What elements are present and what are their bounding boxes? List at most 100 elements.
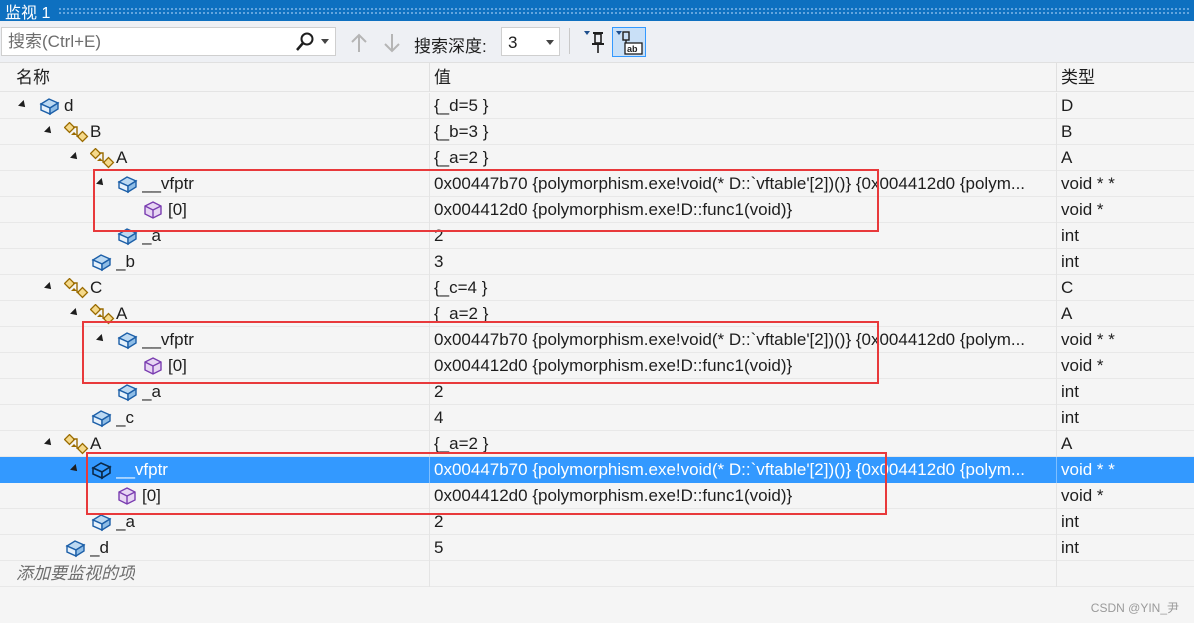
watch-row[interactable]: _a 2 int (0, 509, 1194, 535)
watch-row[interactable]: __vfptr 0x00447b70 {polymorphism.exe!void… (0, 457, 1194, 483)
variable-value[interactable]: 2 (434, 223, 1052, 249)
watch-row[interactable]: __vfptr 0x00447b70 {polymorphism.exe!void… (0, 171, 1194, 197)
add-watch-row[interactable]: 添加要监视的项 (0, 561, 1194, 587)
column-divider (1056, 483, 1057, 509)
collapse-arrow-icon[interactable] (44, 126, 54, 136)
variable-value[interactable]: {_a=2 } (434, 145, 1052, 171)
collapse-arrow-icon[interactable] (96, 178, 106, 188)
field-icon (64, 538, 86, 558)
search-box[interactable] (1, 27, 336, 56)
column-divider (1056, 457, 1057, 483)
variable-value[interactable]: 0x004412d0 {polymorphism.exe!D::func1(vo… (434, 353, 1052, 379)
watch-row[interactable]: C {_c=4 } C (0, 275, 1194, 301)
base-class-icon (89, 147, 115, 169)
watch-row[interactable]: _a 2 int (0, 379, 1194, 405)
watch-row[interactable]: A {_a=2 } A (0, 301, 1194, 327)
variable-value[interactable]: 0x00447b70 {polymorphism.exe!void(* D::`… (434, 327, 1052, 353)
variable-name: _c (116, 408, 134, 427)
variable-type: void * (1061, 486, 1104, 505)
variable-value[interactable]: {_a=2 } (434, 431, 1052, 457)
watch-row[interactable]: d {_d=5 } D (0, 93, 1194, 119)
watermark: CSDN @YIN_尹 (1090, 601, 1179, 615)
column-divider[interactable] (1056, 63, 1057, 92)
column-divider (429, 119, 430, 145)
collapse-arrow-icon[interactable] (96, 334, 106, 344)
element-icon (142, 200, 164, 220)
variable-value[interactable]: 0x004412d0 {polymorphism.exe!D::func1(vo… (434, 197, 1052, 223)
window-title: 监视 1 (5, 4, 51, 22)
collapse-arrow-icon[interactable] (70, 152, 80, 162)
variable-name: _d (90, 538, 109, 557)
collapse-arrow-icon[interactable] (44, 438, 54, 448)
watch-row[interactable]: _d 5 int (0, 535, 1194, 561)
field-icon (90, 512, 112, 532)
column-divider[interactable] (429, 63, 430, 92)
variable-type: int (1061, 252, 1079, 271)
search-depth-select[interactable]: 3 (501, 27, 560, 56)
search-dropdown-icon[interactable] (321, 39, 329, 44)
column-divider (1056, 301, 1057, 327)
collapse-arrow-icon[interactable] (70, 464, 80, 474)
variable-value[interactable]: 5 (434, 535, 1052, 561)
search-previous-icon[interactable] (349, 32, 369, 54)
watch-row[interactable]: _c 4 int (0, 405, 1194, 431)
column-divider (429, 353, 430, 379)
column-divider (429, 249, 430, 275)
title-grip[interactable] (58, 7, 1190, 14)
watch-row[interactable]: A {_a=2 } A (0, 145, 1194, 171)
column-type-header[interactable]: 类型 (1061, 63, 1095, 92)
variable-value[interactable]: 0x004412d0 {polymorphism.exe!D::func1(vo… (434, 483, 1052, 509)
column-name-header[interactable]: 名称 (16, 63, 50, 92)
column-value-header[interactable]: 值 (434, 63, 451, 92)
watch-row[interactable]: _a 2 int (0, 223, 1194, 249)
collapse-arrow-icon[interactable] (44, 282, 54, 292)
variable-type: void * * (1061, 330, 1115, 349)
watch-row[interactable]: _b 3 int (0, 249, 1194, 275)
search-icon[interactable] (294, 31, 316, 53)
watch-row[interactable]: [0] 0x004412d0 {polymorphism.exe!D::func1… (0, 197, 1194, 223)
chevron-down-icon[interactable] (546, 40, 554, 45)
field-icon (90, 252, 112, 272)
column-divider (1056, 223, 1057, 249)
variable-value[interactable]: 0x00447b70 {polymorphism.exe!void(* D::`… (434, 457, 1052, 483)
variable-type: int (1061, 538, 1079, 557)
search-input[interactable] (2, 31, 282, 52)
watch-row[interactable]: [0] 0x004412d0 {polymorphism.exe!D::func1… (0, 483, 1194, 509)
title-bar: 监视 1 (0, 0, 1194, 22)
watch-row[interactable]: __vfptr 0x00447b70 {polymorphism.exe!void… (0, 327, 1194, 353)
column-divider (1056, 431, 1057, 457)
object-icon (38, 96, 60, 116)
column-divider (1056, 379, 1057, 405)
variable-value[interactable]: {_d=5 } (434, 93, 1052, 119)
variable-type: void * (1061, 356, 1104, 375)
svg-text:ab: ab (627, 44, 638, 54)
field-icon (90, 460, 112, 480)
column-divider (429, 301, 430, 327)
column-divider (429, 223, 430, 249)
variable-value[interactable]: {_c=4 } (434, 275, 1052, 301)
add-watch-placeholder[interactable]: 添加要监视的项 (16, 561, 135, 587)
variable-value[interactable]: {_b=3 } (434, 119, 1052, 145)
variable-value[interactable]: {_a=2 } (434, 301, 1052, 327)
watch-row[interactable]: [0] 0x004412d0 {polymorphism.exe!D::func1… (0, 353, 1194, 379)
collapse-arrow-icon[interactable] (70, 308, 80, 318)
watch-row[interactable]: A {_a=2 } A (0, 431, 1194, 457)
search-next-icon[interactable] (382, 32, 402, 54)
pin-icon[interactable] (580, 28, 608, 56)
variable-value[interactable]: 0x00447b70 {polymorphism.exe!void(* D::`… (434, 171, 1052, 197)
variable-type: int (1061, 226, 1079, 245)
variable-value[interactable]: 3 (434, 249, 1052, 275)
collapse-arrow-icon[interactable] (18, 100, 28, 110)
variable-value[interactable]: 2 (434, 509, 1052, 535)
hex-display-button[interactable]: ab (612, 27, 646, 57)
variable-value[interactable]: 4 (434, 405, 1052, 431)
field-icon (116, 330, 138, 350)
column-divider (1056, 171, 1057, 197)
variable-name: C (90, 278, 103, 297)
column-divider (429, 93, 430, 119)
column-divider (429, 145, 430, 171)
variable-value[interactable]: 2 (434, 379, 1052, 405)
variable-name: [0] (168, 200, 187, 219)
watch-row[interactable]: B {_b=3 } B (0, 119, 1194, 145)
variable-name: _b (116, 252, 135, 271)
